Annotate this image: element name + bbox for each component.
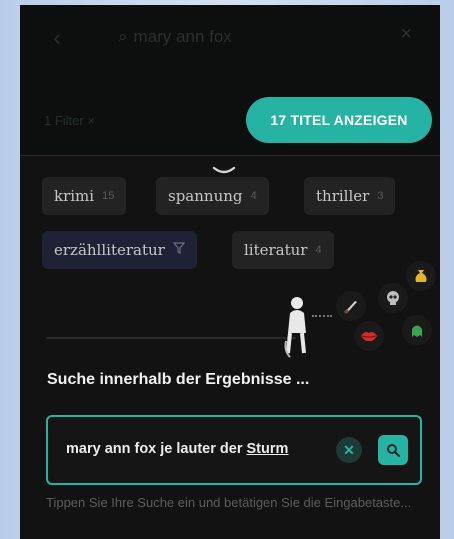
- knife-icon[interactable]: [336, 291, 366, 321]
- clear-search-button[interactable]: ✕: [336, 437, 362, 463]
- chevron-left-icon: ‹: [53, 25, 61, 50]
- clear-icon: ✕: [343, 441, 355, 458]
- dotted-line: [312, 315, 332, 317]
- back-button[interactable]: ‹: [42, 23, 72, 53]
- query-title: ⌕ mary ann fox: [118, 27, 232, 46]
- reader-figure-icon: [284, 297, 306, 358]
- lips-icon[interactable]: [354, 321, 384, 351]
- skull-icon[interactable]: [378, 283, 408, 313]
- tag-chip-literatur[interactable]: literatur 4: [232, 231, 334, 269]
- show-results-button[interactable]: 17 TITEL ANZEIGEN: [246, 97, 432, 143]
- mood-track: [46, 337, 296, 339]
- tag-label: thriller: [316, 187, 370, 205]
- search-hint: Tippen Sie Ihre Suche ein und betätigen …: [46, 495, 412, 510]
- search-section-title: Suche innerhalb der Ergebnisse ...: [47, 371, 310, 388]
- tag-chip-spannung[interactable]: spannung 4: [156, 177, 269, 215]
- tag-label: spannung: [168, 187, 243, 205]
- tag-count: 4: [315, 244, 322, 256]
- search-icon: [387, 444, 400, 457]
- filter-icon: [172, 242, 186, 258]
- app-screen: ‹ ⌕ mary ann fox × 1 Filter × 17 TITEL AN…: [20, 5, 440, 539]
- search-icon-small: ⌕: [118, 27, 128, 46]
- money-bag-icon[interactable]: [406, 261, 436, 291]
- tag-chip-thriller[interactable]: thriller 3: [304, 177, 396, 215]
- sheet-divider: [20, 155, 440, 156]
- tag-chip-krimi[interactable]: krimi 15: [42, 177, 127, 215]
- tag-label: krimi: [54, 187, 95, 205]
- active-filter-text: 1 Filter ×: [44, 113, 95, 128]
- close-icon: ×: [400, 23, 412, 45]
- tag-count: 15: [102, 190, 115, 202]
- tag-chip-erzaehlliteratur[interactable]: erzählliteratur: [42, 231, 197, 269]
- ghost-icon[interactable]: [402, 315, 432, 345]
- tag-count: 3: [377, 190, 384, 202]
- search-input-value: mary ann fox je lauter der Sturm: [66, 441, 289, 457]
- result-search-input[interactable]: mary ann fox je lauter der Sturm ✕: [46, 415, 422, 485]
- close-button[interactable]: ×: [400, 23, 412, 46]
- tag-label: literatur: [244, 241, 308, 259]
- tag-label: erzählliteratur: [54, 241, 165, 259]
- dimmed-header: ‹ ⌕ mary ann fox × 1 Filter × 17 TITEL AN…: [20, 5, 440, 155]
- tag-count: 4: [250, 190, 257, 202]
- search-button[interactable]: [378, 435, 408, 465]
